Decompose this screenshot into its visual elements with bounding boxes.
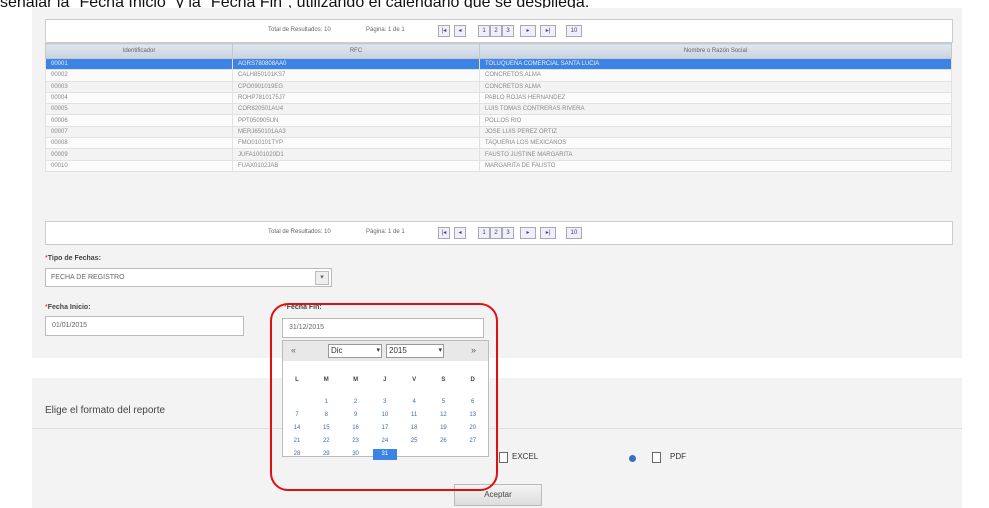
table-cell: JUFA1001020D1 bbox=[232, 148, 480, 161]
table-cell: CONCRETOS ALMA bbox=[479, 69, 952, 82]
table-cell: JOSE LUIS PEREZ ORTIZ bbox=[479, 125, 952, 139]
table-cell: TOLUQUEÑA COMERCIAL SANTA LUCIA bbox=[479, 57, 952, 71]
pdf-radio[interactable] bbox=[629, 455, 636, 462]
table-cell: POLLOS RIO bbox=[479, 114, 952, 127]
table-row[interactable]: 00005 COR820501AU4 LUIS TOMAS CONTRERAS RI… bbox=[45, 103, 952, 116]
total-results: Total de Resultados: 10 bbox=[268, 229, 331, 235]
table-row[interactable]: 00010 FUAX0102JAB MARGARITA DE FAUSTO bbox=[45, 159, 952, 172]
table-cell: TAQUERIA LOS MEXICANOS bbox=[479, 137, 952, 150]
table-row[interactable]: 00004 ROHP7810175J7 PABLO ROJAS HERNANDEZ bbox=[45, 91, 952, 105]
table-row[interactable]: 00009 JUFA1001020D1 FAUSTO JUSTINE MARGARI… bbox=[45, 148, 952, 161]
table-cell: MERJ650101AA3 bbox=[232, 125, 480, 139]
table-cell: CPO0901019EG bbox=[232, 80, 480, 93]
table-cell: 00006 bbox=[45, 114, 233, 127]
dropdown-arrow-icon[interactable]: ▾ bbox=[315, 271, 329, 285]
fecha-inicio-input[interactable]: 01/01/2015 bbox=[45, 316, 244, 336]
last-page-button[interactable]: ▸| bbox=[540, 227, 556, 239]
page-indicator: Página: 1 de 1 bbox=[366, 229, 405, 235]
table-row[interactable]: 00002 CALH850101KS7 CONCRETOS ALMA bbox=[45, 69, 952, 82]
tipo-fecha-label: *Tipo de Fechas: bbox=[45, 255, 101, 262]
column-header[interactable]: Nombre o Razón Social bbox=[479, 43, 952, 59]
table-cell: FUAX0102JAB bbox=[232, 159, 480, 172]
prev-page-button[interactable]: ◂ bbox=[454, 25, 466, 37]
fecha-inicio-value: 01/01/2015 bbox=[52, 322, 88, 329]
page-3-button[interactable]: 3 bbox=[502, 25, 514, 37]
table-cell: FMO010101TYP bbox=[232, 137, 480, 150]
page-1-button[interactable]: 1 bbox=[478, 227, 490, 239]
page-2-button[interactable]: 2 bbox=[490, 227, 502, 239]
table-cell: 00007 bbox=[45, 125, 233, 139]
first-page-button[interactable]: |◂ bbox=[438, 25, 450, 37]
highlight-ring bbox=[270, 303, 498, 491]
prev-page-button[interactable]: ◂ bbox=[454, 227, 466, 239]
tipo-fecha-select[interactable]: FECHA DE REGISTRO ▾ bbox=[45, 268, 332, 287]
table-cell: 00005 bbox=[45, 103, 233, 116]
pager-top: Total de Resultados: 10 Página: 1 de 1 |… bbox=[45, 19, 953, 43]
column-header[interactable]: RFC bbox=[232, 43, 480, 59]
results-table: Identificador RFC Nombre o Razón Social … bbox=[45, 43, 952, 172]
per-page-select[interactable]: 10 bbox=[566, 25, 582, 37]
table-cell: 00003 bbox=[45, 80, 233, 93]
table-cell: 00004 bbox=[45, 91, 233, 105]
total-results: Total de Resultados: 10 bbox=[268, 27, 331, 33]
table-cell: MARGARITA DE FAUSTO bbox=[479, 159, 952, 172]
last-page-button[interactable]: ▸| bbox=[540, 25, 556, 37]
table-row[interactable]: 00003 CPO0901019EG CONCRETOS ALMA bbox=[45, 80, 952, 93]
pdf-file-icon bbox=[652, 452, 661, 463]
table-cell: ROHP7810175J7 bbox=[232, 91, 480, 105]
table-cell: AGRS780808AA0 bbox=[232, 57, 480, 71]
table-cell: LUIS TOMAS CONTRERAS RIVERA bbox=[479, 103, 952, 116]
page-1-button[interactable]: 1 bbox=[478, 25, 490, 37]
table-row[interactable]: 00006 PPT050905UN POLLOS RIO bbox=[45, 114, 952, 127]
table-cell: PPT050905UN bbox=[232, 114, 480, 127]
next-page-button[interactable]: ▸ bbox=[520, 25, 536, 37]
table-cell: 00009 bbox=[45, 148, 233, 161]
pager-bottom: Total de Resultados: 10 Página: 1 de 1 |… bbox=[45, 221, 953, 245]
table-cell: 00010 bbox=[45, 159, 233, 172]
next-page-button[interactable]: ▸ bbox=[520, 227, 536, 239]
table-cell: PABLO ROJAS HERNANDEZ bbox=[479, 91, 952, 105]
column-header[interactable]: Identificador bbox=[45, 43, 233, 59]
tipo-fecha-label-text: Tipo de Fechas: bbox=[47, 255, 101, 262]
page-indicator: Página: 1 de 1 bbox=[366, 27, 405, 33]
table-cell: 00008 bbox=[45, 137, 233, 150]
table-cell: COR820501AU4 bbox=[232, 103, 480, 116]
first-page-button[interactable]: |◂ bbox=[438, 227, 450, 239]
table-cell: 00002 bbox=[45, 69, 233, 82]
report-format-heading: Elige el formato del reporte bbox=[45, 405, 166, 416]
table-cell: FAUSTO JUSTINE MARGARITA bbox=[479, 148, 952, 161]
table-row[interactable]: 00001 AGRS780808AA0 TOLUQUEÑA COMERCIAL SA… bbox=[45, 57, 952, 71]
excel-option-label[interactable]: EXCEL bbox=[512, 452, 538, 461]
table-cell: 00001 bbox=[45, 57, 233, 71]
table-row[interactable]: 00008 FMO010101TYP TAQUERIA LOS MEXICANOS bbox=[45, 137, 952, 150]
table-row[interactable]: 00007 MERJ650101AA3 JOSE LUIS PEREZ ORTIZ bbox=[45, 125, 952, 139]
pdf-option-label[interactable]: PDF bbox=[670, 452, 686, 461]
per-page-select[interactable]: 10 bbox=[566, 227, 582, 239]
page-3-button[interactable]: 3 bbox=[502, 227, 514, 239]
tipo-fecha-value: FECHA DE REGISTRO bbox=[51, 274, 125, 281]
fecha-inicio-label-text: Fecha Inicio: bbox=[47, 304, 91, 311]
page-2-button[interactable]: 2 bbox=[490, 25, 502, 37]
table-header-row: Identificador RFC Nombre o Razón Social bbox=[45, 43, 952, 59]
table-cell: CONCRETOS ALMA bbox=[479, 80, 952, 93]
excel-file-icon bbox=[499, 452, 508, 463]
fecha-inicio-label: *Fecha Inicio: bbox=[45, 304, 91, 311]
table-cell: CALH850101KS7 bbox=[232, 69, 480, 82]
